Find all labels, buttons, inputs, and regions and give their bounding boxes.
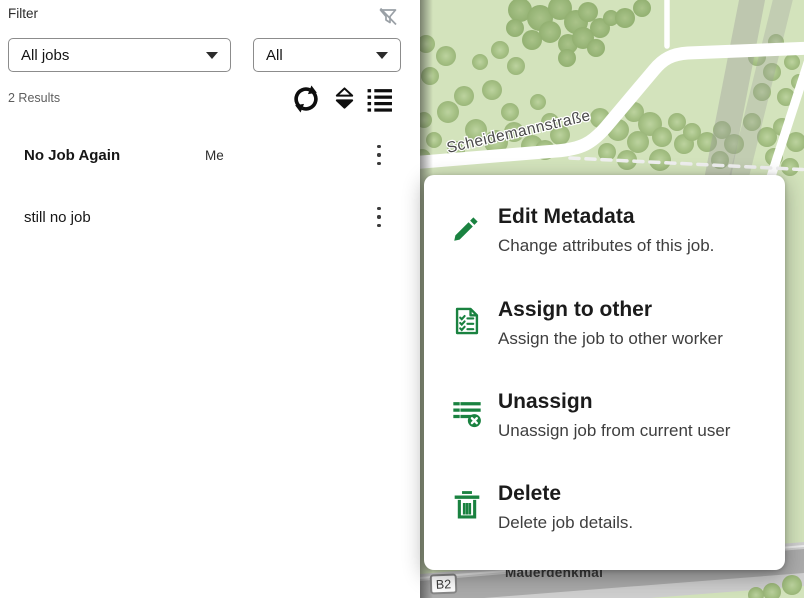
job-context-menu: Edit Metadata Change attributes of this … xyxy=(424,175,785,570)
results-count: 2 Results xyxy=(8,91,60,105)
menu-item-delete[interactable]: Delete Delete job details. xyxy=(450,482,771,548)
kebab-menu-icon xyxy=(377,145,380,148)
job-title: No Job Again xyxy=(24,147,120,164)
menu-item-assign-to-other[interactable]: Assign to other Assign the job to other … xyxy=(450,298,771,364)
unassign-list-icon xyxy=(450,396,484,430)
filter-panel: Filter All jobs All 2 Results xyxy=(0,0,420,598)
job-filter-dropdown[interactable]: All jobs xyxy=(8,38,231,72)
job-menu-button[interactable] xyxy=(368,202,390,232)
app-root: Scheidemannstraße Mauerdenkmal B2 Filter… xyxy=(0,0,804,598)
menu-item-title: Edit Metadata xyxy=(498,205,714,228)
list-view-icon xyxy=(366,86,393,113)
job-row[interactable]: No Job Again Me xyxy=(0,137,416,173)
menu-item-title: Delete xyxy=(498,482,633,505)
refresh-button[interactable] xyxy=(291,84,321,114)
job-assignee: Me xyxy=(205,148,224,163)
chevron-down-icon xyxy=(206,52,218,59)
job-filter-value: All jobs xyxy=(21,47,206,64)
job-row[interactable]: still no job xyxy=(0,199,416,235)
filter-clear-icon xyxy=(376,5,400,29)
type-filter-value: All xyxy=(266,47,376,64)
sort-button[interactable] xyxy=(333,86,356,111)
sort-icon xyxy=(333,86,356,111)
job-menu-button[interactable] xyxy=(368,140,390,170)
kebab-menu-icon xyxy=(377,207,380,210)
menu-item-title: Unassign xyxy=(498,390,730,413)
menu-item-description: Assign the job to other worker xyxy=(498,329,723,349)
menu-item-description: Delete job details. xyxy=(498,513,633,533)
menu-item-description: Change attributes of this job. xyxy=(498,236,714,256)
road-badge: B2 xyxy=(431,575,457,594)
trash-icon xyxy=(450,488,484,522)
filter-clear-button[interactable] xyxy=(374,3,402,31)
list-view-button[interactable] xyxy=(366,86,393,113)
svg-text:B2: B2 xyxy=(436,577,452,592)
chevron-down-icon xyxy=(376,52,388,59)
assign-checklist-icon xyxy=(450,304,484,338)
menu-item-description: Unassign job from current user xyxy=(498,421,730,441)
type-filter-dropdown[interactable]: All xyxy=(253,38,401,72)
pencil-icon xyxy=(450,211,484,245)
filter-title: Filter xyxy=(8,6,38,21)
menu-item-unassign[interactable]: Unassign Unassign job from current user xyxy=(450,390,771,456)
refresh-icon xyxy=(291,84,321,114)
menu-item-edit-metadata[interactable]: Edit Metadata Change attributes of this … xyxy=(450,205,771,271)
job-title: still no job xyxy=(24,209,91,226)
menu-item-title: Assign to other xyxy=(498,298,723,321)
